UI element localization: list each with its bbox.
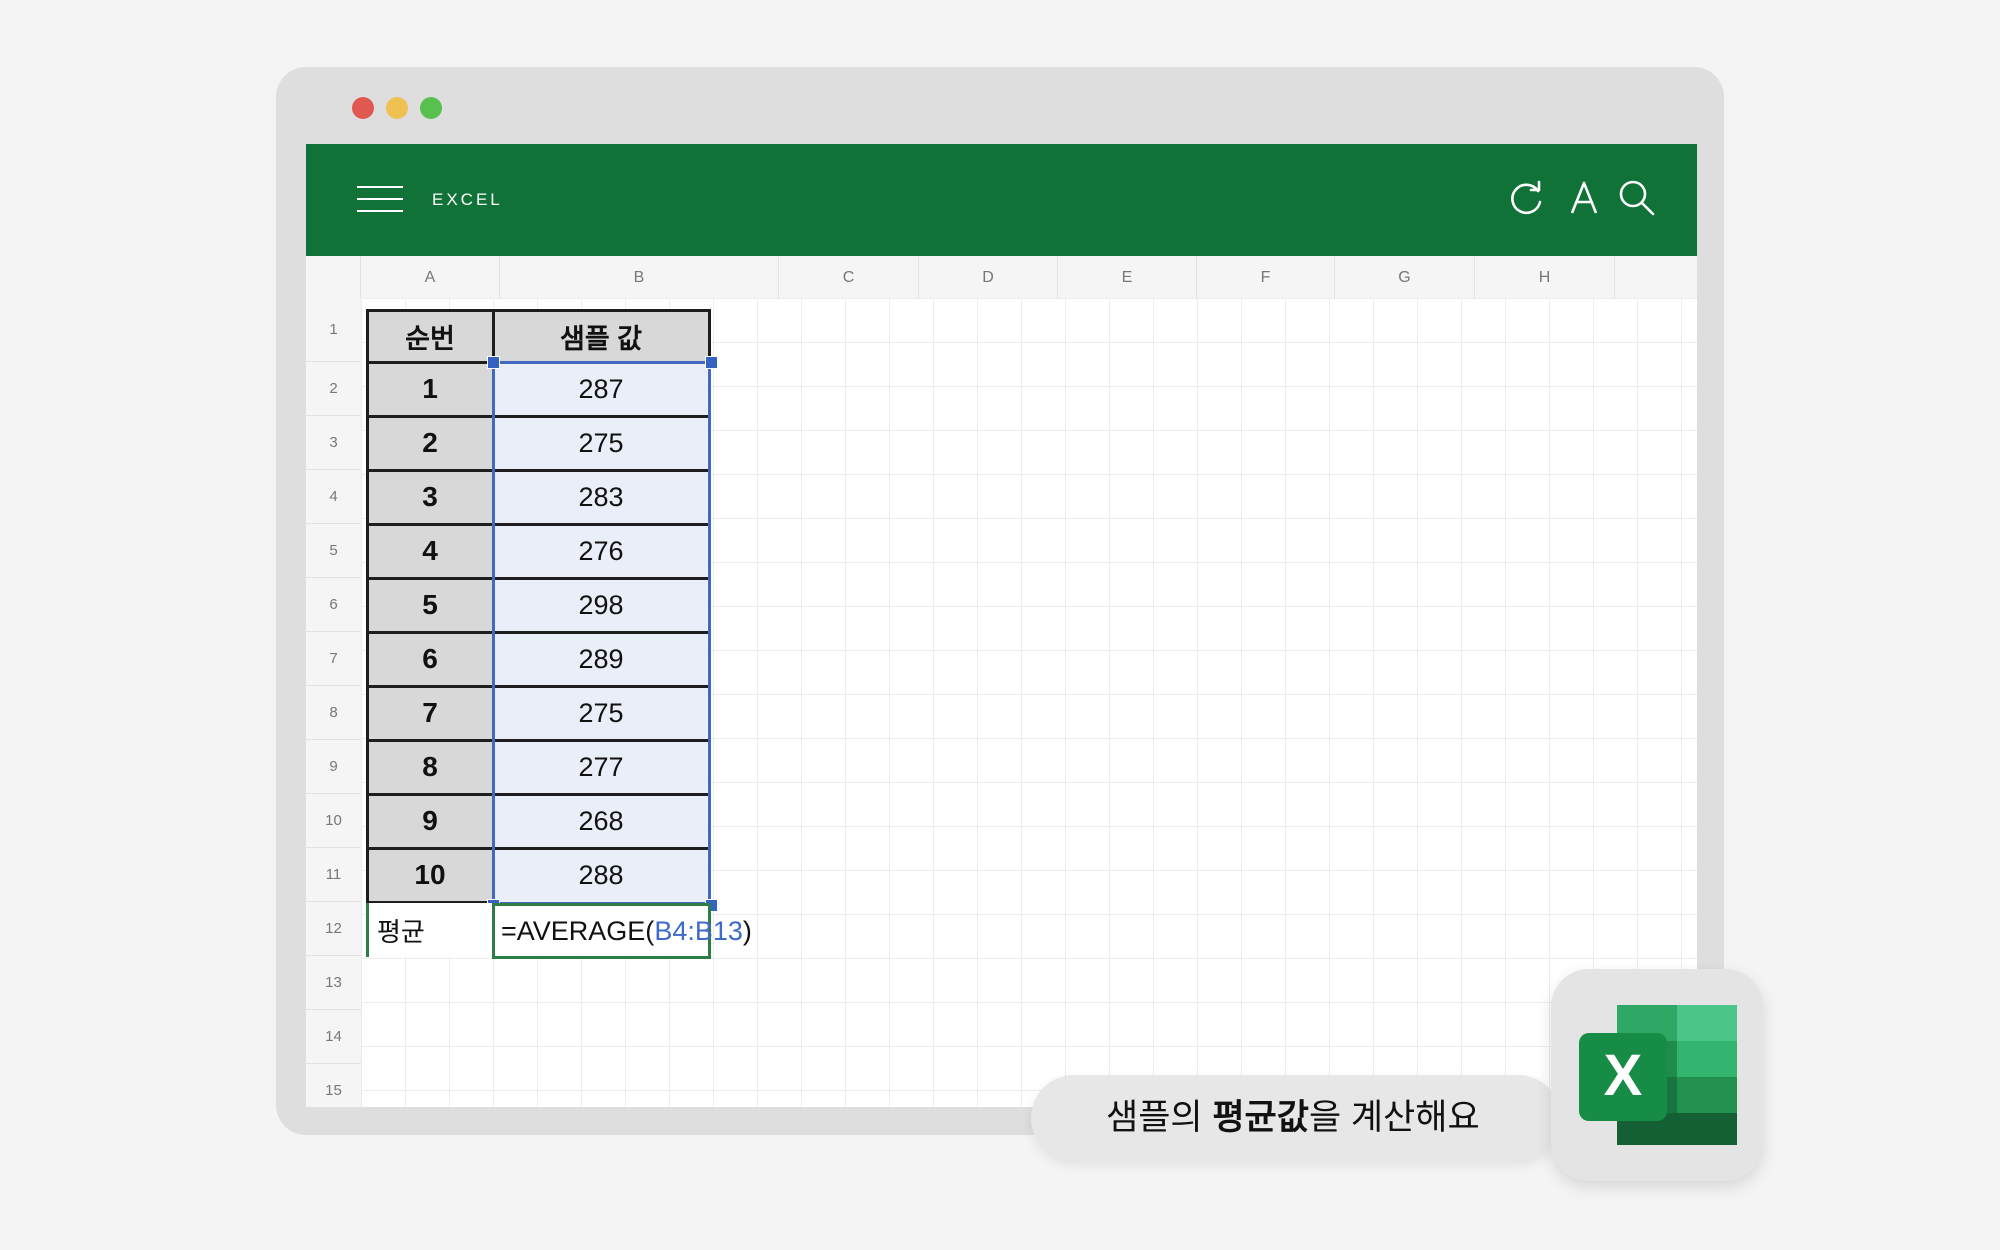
- row-header-8[interactable]: 8: [306, 686, 361, 740]
- row-header-7[interactable]: 7: [306, 632, 361, 686]
- row-header-2[interactable]: 2: [306, 362, 361, 416]
- cell-a6[interactable]: 5: [367, 578, 493, 632]
- font-icon[interactable]: [1564, 178, 1604, 218]
- caption-pre: 샘플의: [1106, 1098, 1213, 1137]
- cell-a10[interactable]: 9: [367, 794, 493, 848]
- cell-a2[interactable]: 1: [367, 362, 493, 416]
- column-header-e[interactable]: E: [1058, 256, 1197, 298]
- column-header-f[interactable]: F: [1197, 256, 1335, 298]
- cell-a7[interactable]: 6: [367, 632, 493, 686]
- cell-b12-formula-input[interactable]: =AVERAGE(B4:B13): [492, 903, 752, 959]
- cell-a12[interactable]: 평균: [366, 903, 492, 957]
- column-header-a[interactable]: A: [361, 256, 500, 298]
- column-headers: A B C D E F G H: [306, 256, 1697, 298]
- cell-b1[interactable]: 샘플 값: [493, 310, 709, 362]
- selection-handle-top-left[interactable]: [487, 356, 500, 369]
- maximize-button[interactable]: [420, 97, 442, 119]
- row-header-14[interactable]: 14: [306, 1010, 361, 1064]
- caption-banner: 샘플의 평균값을 계산해요: [1031, 1075, 1561, 1161]
- app-title: EXCEL: [432, 190, 503, 209]
- minimize-button[interactable]: [386, 97, 408, 119]
- toolbar: EXCEL: [306, 144, 1697, 256]
- select-all-corner[interactable]: [306, 256, 361, 298]
- cell-a1[interactable]: 순번: [367, 310, 493, 362]
- close-button[interactable]: [352, 97, 374, 119]
- formula-suffix: ): [742, 915, 752, 946]
- row-header-9[interactable]: 9: [306, 740, 361, 794]
- excel-app-icon: X: [1579, 1005, 1737, 1145]
- refresh-icon[interactable]: [1507, 178, 1547, 218]
- row-header-1[interactable]: 1: [306, 298, 361, 362]
- formula-prefix: =AVERAGE(: [501, 915, 655, 946]
- caption-bold: 평균값: [1212, 1098, 1309, 1137]
- row-headers: 1 2 3 4 5 6 7 8 9 10 11 12 13 14 15: [306, 298, 361, 1107]
- row-header-4[interactable]: 4: [306, 470, 361, 524]
- selection-handle-top-right[interactable]: [705, 356, 718, 369]
- selection-range: [492, 361, 711, 905]
- row-header-6[interactable]: 6: [306, 578, 361, 632]
- search-icon[interactable]: [1617, 178, 1657, 218]
- window-controls: [352, 97, 442, 119]
- column-header-g[interactable]: G: [1335, 256, 1475, 298]
- formula-range-reference: B4:B13: [654, 915, 743, 946]
- cell-a4[interactable]: 3: [367, 470, 493, 524]
- menu-icon[interactable]: [357, 186, 403, 212]
- row-header-10[interactable]: 10: [306, 794, 361, 848]
- cell-a9[interactable]: 8: [367, 740, 493, 794]
- column-header-h[interactable]: H: [1475, 256, 1615, 298]
- excel-badge-letter: X: [1604, 1043, 1643, 1108]
- column-header-c[interactable]: C: [779, 256, 919, 298]
- row-header-5[interactable]: 5: [306, 524, 361, 578]
- column-header-d[interactable]: D: [919, 256, 1058, 298]
- caption-post: 을 계산해요: [1308, 1098, 1480, 1137]
- cell-a3[interactable]: 2: [367, 416, 493, 470]
- cell-a5[interactable]: 4: [367, 524, 493, 578]
- cell-a8[interactable]: 7: [367, 686, 493, 740]
- app-window: EXCEL A B C D E F G H 1 2 3 4 5 6 7 8 9 …: [276, 67, 1724, 1135]
- cell-a11[interactable]: 10: [367, 848, 493, 902]
- excel-badge: X: [1551, 969, 1763, 1181]
- row-header-12[interactable]: 12: [306, 902, 361, 956]
- row-header-11[interactable]: 11: [306, 848, 361, 902]
- row-header-13[interactable]: 13: [306, 956, 361, 1010]
- caption-text: 샘플의 평균값을 계산해요: [1106, 1075, 1480, 1161]
- row-header-15[interactable]: 15: [306, 1064, 361, 1107]
- row-header-3[interactable]: 3: [306, 416, 361, 470]
- spreadsheet-app: EXCEL A B C D E F G H 1 2 3 4 5 6 7 8 9 …: [306, 144, 1697, 1107]
- column-header-b[interactable]: B: [500, 256, 779, 298]
